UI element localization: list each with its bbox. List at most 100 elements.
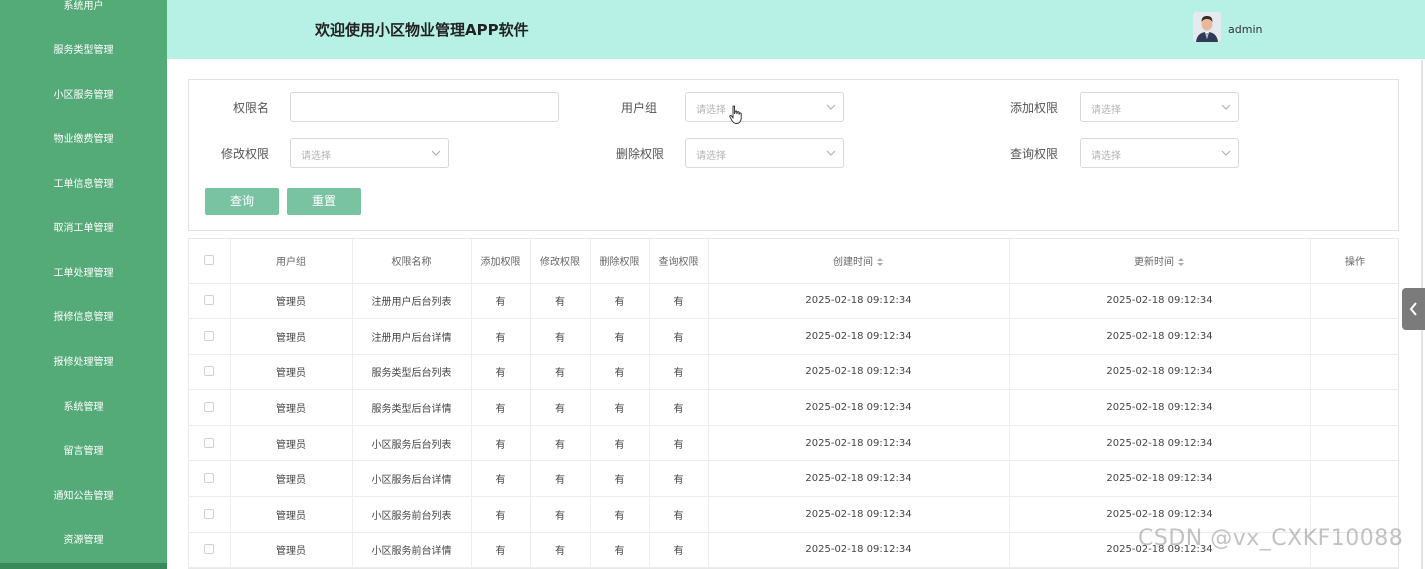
reset-button[interactable]: 重置 bbox=[287, 188, 361, 215]
cell-actions bbox=[1310, 354, 1398, 391]
cell-query-perm: 有 bbox=[649, 389, 709, 426]
table-row: 管理员 注册用户后台列表 有 有 有 有 2025-02-18 09:12:34… bbox=[189, 283, 1398, 320]
sort-icon[interactable] bbox=[1177, 257, 1185, 267]
row-checkbox-cell[interactable] bbox=[189, 532, 231, 568]
col-updated-time-label: 更新时间 bbox=[1134, 257, 1174, 269]
user-avatar-icon bbox=[1193, 12, 1221, 42]
row-checkbox-cell[interactable] bbox=[189, 354, 231, 391]
row-checkbox-cell[interactable] bbox=[189, 283, 231, 320]
cell-query-perm: 有 bbox=[649, 354, 709, 391]
cell-actions bbox=[1310, 389, 1398, 426]
cell-edit-perm: 有 bbox=[530, 354, 591, 391]
cell-edit-perm: 有 bbox=[530, 389, 591, 426]
collapse-handle[interactable] bbox=[1402, 288, 1425, 330]
perm-name-label: 权限名 bbox=[232, 101, 269, 115]
chevron-left-icon bbox=[1409, 302, 1417, 316]
row-checkbox-cell[interactable] bbox=[189, 460, 231, 498]
row-checkbox[interactable] bbox=[204, 544, 215, 555]
cell-created-time: 2025-02-18 09:12:34 bbox=[708, 318, 1010, 355]
cell-user-group: 管理员 bbox=[230, 318, 353, 355]
cell-delete-perm: 有 bbox=[590, 496, 650, 533]
edit-perm-label: 修改权限 bbox=[220, 147, 269, 161]
cell-perm-name: 注册用户后台详情 bbox=[352, 318, 472, 355]
row-checkbox[interactable] bbox=[204, 402, 215, 413]
cell-updated-time: 2025-02-18 09:12:34 bbox=[1009, 318, 1311, 355]
col-edit-perm: 修改权限 bbox=[530, 239, 591, 284]
chevron-down-icon bbox=[826, 104, 836, 110]
sidebar-item-cancel-orders[interactable]: 取消工单管理 bbox=[0, 222, 167, 236]
row-checkbox-cell[interactable] bbox=[189, 389, 231, 426]
query-perm-select[interactable]: 请选择 bbox=[1080, 138, 1239, 168]
sidebar-item-resources[interactable]: 资源管理 bbox=[0, 534, 167, 548]
cell-actions bbox=[1310, 425, 1398, 462]
row-checkbox-cell[interactable] bbox=[189, 496, 231, 533]
cell-updated-time: 2025-02-18 09:12:34 bbox=[1009, 354, 1311, 391]
user-group-label: 用户组 bbox=[620, 101, 657, 115]
edit-perm-placeholder: 请选择 bbox=[301, 151, 331, 162]
cell-user-group: 管理员 bbox=[230, 283, 353, 320]
sidebar-item-notices[interactable]: 通知公告管理 bbox=[0, 490, 167, 504]
col-created-time-label: 创建时间 bbox=[833, 257, 873, 269]
col-query-perm: 查询权限 bbox=[649, 239, 709, 284]
sidebar-item-repair-info[interactable]: 报修信息管理 bbox=[0, 311, 167, 325]
add-perm-select[interactable]: 请选择 bbox=[1080, 92, 1239, 122]
delete-perm-select[interactable]: 请选择 bbox=[685, 138, 844, 168]
cell-user-group: 管理员 bbox=[230, 532, 353, 568]
cell-query-perm: 有 bbox=[649, 425, 709, 462]
table-row: 管理员 服务类型后台详情 有 有 有 有 2025-02-18 09:12:34… bbox=[189, 389, 1398, 426]
sidebar-item-property-fees[interactable]: 物业缴费管理 bbox=[0, 133, 167, 147]
cell-created-time: 2025-02-18 09:12:34 bbox=[708, 354, 1010, 391]
select-all-cell[interactable] bbox=[189, 239, 231, 284]
search-panel: 权限名 用户组 请选择 添加权限 请选择 修改权限 请选择 删除权限 请选择 查… bbox=[188, 79, 1399, 231]
sort-icon[interactable] bbox=[876, 257, 884, 267]
select-all-checkbox[interactable] bbox=[204, 255, 215, 266]
row-checkbox-cell[interactable] bbox=[189, 425, 231, 462]
row-checkbox[interactable] bbox=[204, 508, 215, 519]
cell-add-perm: 有 bbox=[471, 318, 531, 355]
row-checkbox[interactable] bbox=[204, 473, 215, 484]
sidebar-item-system-users[interactable]: 系统用户 bbox=[0, 0, 167, 14]
cell-actions bbox=[1310, 460, 1398, 498]
user-group-select[interactable]: 请选择 bbox=[685, 92, 844, 122]
query-perm-placeholder: 请选择 bbox=[1091, 151, 1121, 162]
cell-edit-perm: 有 bbox=[530, 460, 591, 498]
row-checkbox[interactable] bbox=[204, 366, 215, 377]
query-button[interactable]: 查询 bbox=[205, 188, 279, 215]
chevron-down-icon bbox=[826, 150, 836, 156]
cell-actions bbox=[1310, 318, 1398, 355]
col-updated-time[interactable]: 更新时间 bbox=[1009, 239, 1311, 284]
col-created-time[interactable]: 创建时间 bbox=[708, 239, 1010, 284]
sidebar-item-order-processing[interactable]: 工单处理管理 bbox=[0, 267, 167, 281]
add-perm-placeholder: 请选择 bbox=[1091, 105, 1121, 116]
sidebar-item-community-services[interactable]: 小区服务管理 bbox=[0, 89, 167, 103]
cell-delete-perm: 有 bbox=[590, 354, 650, 391]
cell-user-group: 管理员 bbox=[230, 389, 353, 426]
table-row: 管理员 注册用户后台详情 有 有 有 有 2025-02-18 09:12:34… bbox=[189, 318, 1398, 355]
cell-created-time: 2025-02-18 09:12:34 bbox=[708, 389, 1010, 426]
delete-perm-label: 删除权限 bbox=[615, 147, 664, 161]
cell-add-perm: 有 bbox=[471, 460, 531, 498]
table-header-row: 用户组 权限名称 添加权限 修改权限 删除权限 查询权限 创建时间 更新时间 操… bbox=[189, 239, 1398, 284]
sidebar-item-work-orders[interactable]: 工单信息管理 bbox=[0, 178, 167, 192]
row-checkbox[interactable] bbox=[204, 437, 215, 448]
sidebar-item-messages[interactable]: 留言管理 bbox=[0, 445, 167, 459]
col-add-perm: 添加权限 bbox=[471, 239, 531, 284]
row-checkbox[interactable] bbox=[204, 330, 215, 341]
row-checkbox-cell[interactable] bbox=[189, 318, 231, 355]
cell-created-time: 2025-02-18 09:12:34 bbox=[708, 496, 1010, 533]
cell-query-perm: 有 bbox=[649, 318, 709, 355]
username[interactable]: admin bbox=[1228, 23, 1262, 36]
avatar[interactable] bbox=[1193, 12, 1221, 42]
sidebar-item-repair-processing[interactable]: 报修处理管理 bbox=[0, 356, 167, 370]
sidebar-item-service-types[interactable]: 服务类型管理 bbox=[0, 44, 167, 58]
sidebar: 系统用户 服务类型管理 小区服务管理 物业缴费管理 工单信息管理 取消工单管理 … bbox=[0, 0, 167, 569]
cell-delete-perm: 有 bbox=[590, 318, 650, 355]
perm-name-input[interactable] bbox=[290, 92, 559, 122]
sidebar-item-system-management[interactable]: 系统管理 bbox=[0, 401, 167, 415]
cell-perm-name: 注册用户后台列表 bbox=[352, 283, 472, 320]
row-checkbox[interactable] bbox=[204, 295, 215, 306]
add-perm-label: 添加权限 bbox=[1009, 101, 1058, 115]
cell-query-perm: 有 bbox=[649, 460, 709, 498]
cell-edit-perm: 有 bbox=[530, 496, 591, 533]
edit-perm-select[interactable]: 请选择 bbox=[290, 138, 449, 168]
